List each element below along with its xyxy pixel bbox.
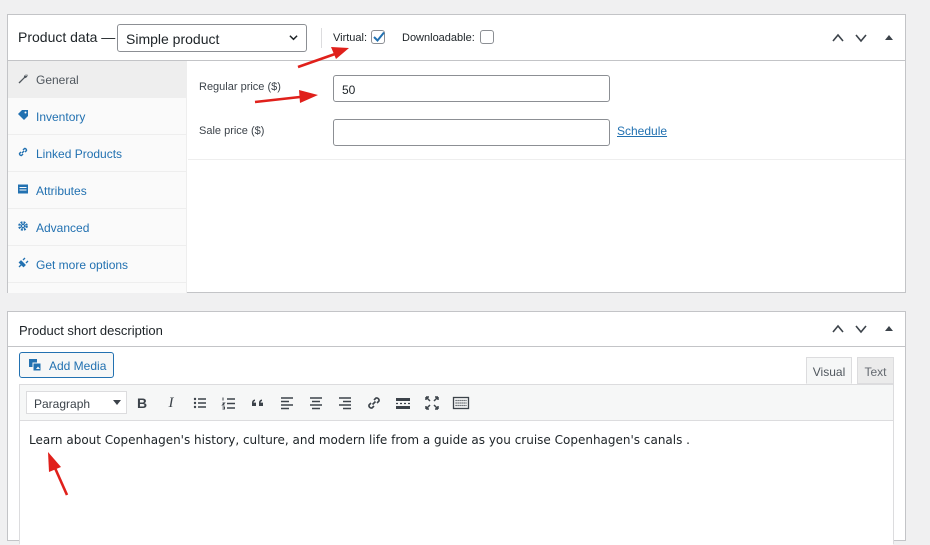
tab-general-label: General [36,73,79,87]
move-up-icon[interactable] [831,323,845,335]
format-select-value: Paragraph [34,397,91,411]
product-data-header: Product data — Simple product Virtual: D… [8,15,905,61]
product-data-tabs: General Inventory Linked Products Attrib… [8,61,187,293]
bold-button[interactable]: B [132,393,152,413]
move-up-icon[interactable] [831,32,845,44]
product-data-title: Product data — [18,29,116,45]
short-description-title: Product short description [19,323,163,338]
wrench-icon [18,74,28,84]
move-down-icon[interactable] [854,32,868,44]
link-icon [18,147,28,157]
general-panel-divider [188,159,905,160]
gear-icon [18,221,28,231]
media-icon [29,359,42,372]
checkmark-icon [373,31,385,42]
table-icon [18,184,28,194]
align-right-icon[interactable] [335,393,355,413]
tab-linked-products-label: Linked Products [36,147,123,161]
short-description-header: Product short description [8,312,905,347]
bulleted-list-icon[interactable] [190,393,210,413]
read-more-icon[interactable] [393,393,413,413]
format-select[interactable]: Paragraph [26,391,127,414]
move-down-icon[interactable] [854,323,868,335]
tab-general[interactable]: General [8,61,187,98]
virtual-label: Virtual: [333,32,368,44]
tab-inventory-label: Inventory [36,110,86,124]
tab-advanced[interactable]: Advanced [8,209,187,246]
collapse-toggle-icon[interactable] [882,32,896,44]
tab-get-more-options-label: Get more options [36,258,129,272]
tab-text[interactable]: Text [857,357,894,384]
editor-toolbar: Paragraph B I [20,385,893,421]
product-data-panel: Product data — Simple product Virtual: D… [7,14,906,293]
schedule-link[interactable]: Schedule [617,124,667,138]
product-type-value: Simple product [126,31,220,47]
align-left-icon[interactable] [277,393,297,413]
align-center-icon[interactable] [306,393,326,413]
short-description-editor: Paragraph B I Learn about Copenhagen's h… [19,384,894,545]
tag-icon [18,110,28,120]
regular-price-label: Regular price ($) [199,81,281,93]
sale-price-input[interactable] [333,119,610,146]
tab-attributes-label: Attributes [36,184,87,198]
downloadable-checkbox[interactable] [480,30,494,44]
link-icon[interactable] [364,393,384,413]
plugin-icon [18,257,29,268]
tab-visual[interactable]: Visual [806,357,852,384]
regular-price-input[interactable]: 50 [333,75,610,102]
chevron-down-icon [289,35,298,41]
sale-price-label: Sale price ($) [199,125,265,137]
virtual-checkbox[interactable] [371,30,385,44]
tab-advanced-label: Advanced [36,221,90,235]
tab-linked-products[interactable]: Linked Products [8,135,187,172]
tab-attributes[interactable]: Attributes [8,172,187,209]
add-media-button[interactable]: Add Media [19,352,114,378]
header-separator [321,28,322,48]
page-top-strip [0,0,930,14]
fullscreen-icon[interactable] [422,393,442,413]
tab-get-more-options[interactable]: Get more options [8,246,187,283]
product-type-select[interactable]: Simple product [117,24,307,52]
collapse-toggle-icon[interactable] [882,323,896,335]
short-description-panel: Product short description Add Media Visu… [7,311,906,545]
numbered-list-icon[interactable] [219,393,239,413]
blockquote-icon[interactable] [248,393,268,413]
italic-button[interactable]: I [161,393,181,413]
add-media-label: Add Media [49,359,107,373]
editor-content-area[interactable]: Learn about Copenhagen's history, cultur… [20,421,893,545]
downloadable-label: Downloadable: [402,32,475,44]
regular-price-value: 50 [342,83,356,97]
caret-down-icon [113,400,121,405]
toolbar-toggle-icon[interactable] [451,393,471,413]
editor-content-text: Learn about Copenhagen's history, cultur… [29,433,690,447]
tab-inventory[interactable]: Inventory [8,98,187,135]
